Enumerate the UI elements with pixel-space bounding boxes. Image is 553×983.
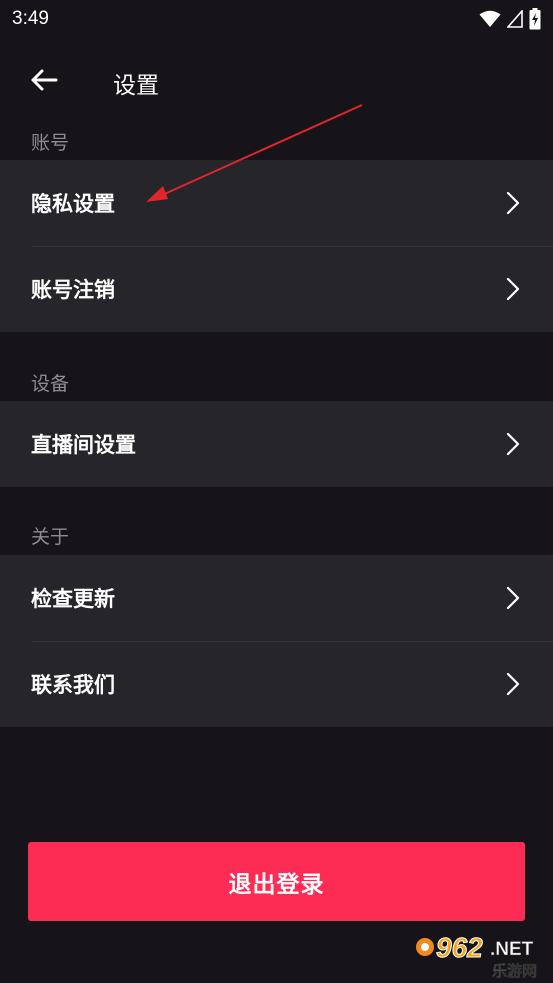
watermark-logo: 962 .NET 乐游网	[416, 932, 537, 980]
status-time: 3:49	[12, 8, 49, 29]
back-button[interactable]	[24, 62, 64, 98]
section-label-account: 账号	[31, 132, 70, 154]
menu-item-live-room-settings[interactable]: 直播间设置	[0, 401, 553, 487]
chevron-right-icon	[506, 586, 520, 610]
battery-charging-icon	[529, 8, 541, 30]
menu-item-label: 隐私设置	[31, 192, 115, 216]
logout-button[interactable]: 退出登录	[28, 842, 525, 921]
menu-item-account-cancellation[interactable]: 账号注销	[0, 246, 553, 332]
menu-item-privacy-settings[interactable]: 隐私设置	[0, 160, 553, 246]
section-label-device: 设备	[31, 373, 70, 395]
menu-item-label: 检查更新	[31, 587, 115, 611]
menu-item-label: 联系我们	[31, 673, 115, 697]
menu-item-label: 直播间设置	[31, 433, 136, 457]
arrow-left-icon	[31, 69, 58, 91]
annotation-arrow	[146, 104, 363, 202]
chevron-right-icon	[506, 432, 520, 456]
menu-item-label: 账号注销	[31, 278, 115, 302]
watermark-suffix: .NET	[490, 939, 534, 960]
menu-item-check-update[interactable]: 检查更新	[0, 555, 553, 641]
status-icons	[479, 8, 541, 30]
status-bar: 3:49	[0, 0, 553, 38]
menu-item-contact-us[interactable]: 联系我们	[0, 641, 553, 727]
watermark-brand: 962	[436, 932, 483, 963]
header: 设置	[0, 48, 553, 114]
group-account: 隐私设置 账号注销	[0, 160, 553, 332]
watermark-subtitle: 乐游网	[492, 962, 537, 980]
group-about: 检查更新 联系我们	[0, 555, 553, 727]
chevron-right-icon	[506, 672, 520, 696]
chevron-right-icon	[506, 191, 520, 215]
chevron-right-icon	[506, 277, 520, 301]
logout-button-label: 退出登录	[228, 870, 325, 897]
page-title: 设置	[113, 73, 159, 99]
group-device: 直播间设置	[0, 401, 553, 487]
section-label-about: 关于	[31, 526, 70, 548]
signal-icon	[507, 10, 523, 28]
wifi-icon	[479, 10, 501, 27]
